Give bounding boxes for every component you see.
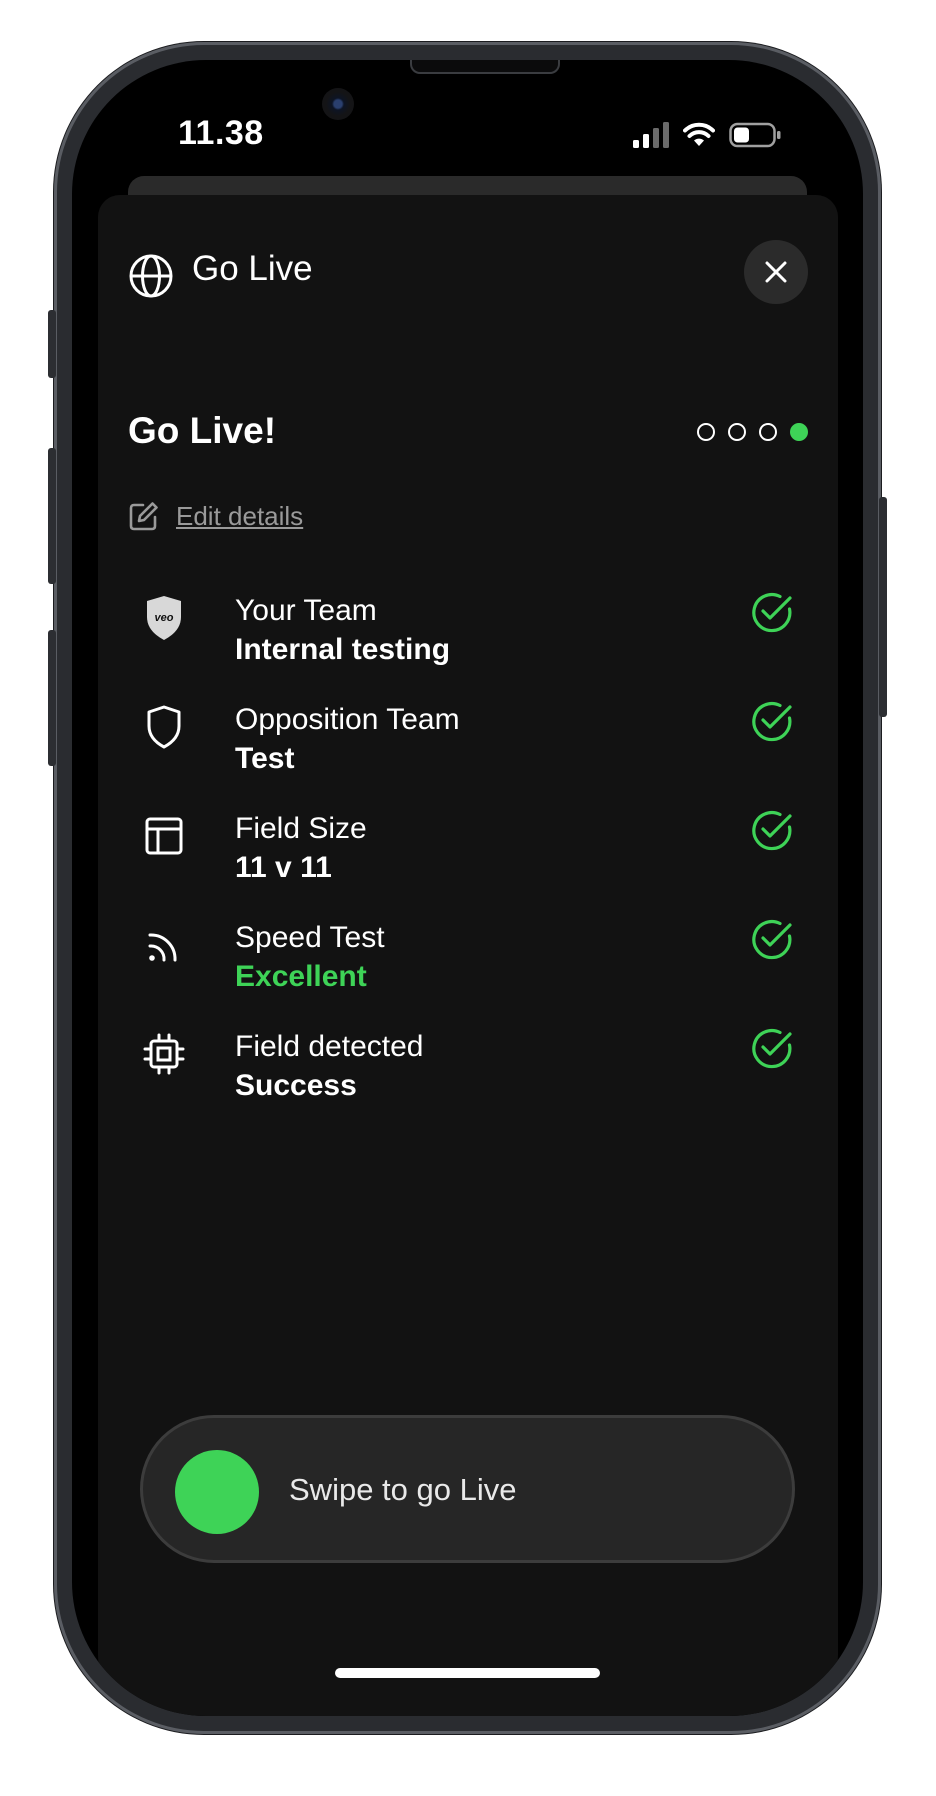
edit-details-button[interactable]: Edit details: [128, 500, 303, 532]
step-progress: [697, 423, 808, 441]
check-circle-icon: [752, 702, 792, 742]
status-icons: [633, 122, 781, 148]
list-item-opposition-team: Opposition Team Test: [98, 699, 838, 808]
check-circle-icon: [752, 920, 792, 960]
edit-details-label: Edit details: [176, 500, 304, 531]
go-live-sheet: Go Live Go Live! Edit details veo Your T…: [98, 195, 838, 1716]
item-value: Internal testing: [235, 633, 451, 666]
list-item-your-team: veo Your Team Internal testing: [98, 590, 838, 699]
screen: 11.38 Go Live Go Live! Edit details veo …: [72, 60, 863, 1716]
action-button: [48, 310, 56, 378]
check-circle-icon: [752, 811, 792, 851]
step-dot-active: [790, 423, 808, 441]
list-item-field-size: Field Size 11 v 11: [98, 808, 838, 917]
cellular-signal-icon: [633, 122, 669, 148]
front-camera: [322, 88, 354, 120]
close-icon: [765, 261, 787, 283]
item-value: 11 v 11: [235, 851, 332, 884]
sheet-title: Go Live: [192, 249, 313, 288]
check-circle-icon: [752, 1029, 792, 1069]
speaker-notch: [410, 60, 560, 74]
battery-icon: [729, 122, 781, 148]
signal-icon: [142, 921, 186, 969]
list-item-speed-test: Speed Test Excellent: [98, 917, 838, 1026]
veo-badge-text: veo: [155, 612, 174, 624]
close-button[interactable]: [744, 240, 808, 304]
home-indicator[interactable]: [335, 1668, 600, 1678]
item-value: Test: [235, 742, 295, 775]
shield-icon: [142, 703, 186, 751]
swipe-to-go-live-slider[interactable]: Swipe to go Live: [140, 1415, 795, 1563]
item-label: Your Team: [235, 594, 377, 627]
globe-icon: [129, 254, 173, 298]
step-dot: [728, 423, 746, 441]
checklist: veo Your Team Internal testing Oppositio…: [98, 590, 838, 1135]
power-button: [879, 497, 887, 717]
swipe-handle[interactable]: [175, 1450, 259, 1534]
volume-up-button: [48, 448, 56, 584]
edit-icon: [129, 502, 158, 531]
item-label: Field Size: [235, 812, 367, 845]
step-title: Go Live!: [128, 410, 277, 451]
item-label: Opposition Team: [235, 703, 460, 736]
step-dot: [697, 423, 715, 441]
item-value: Excellent: [235, 960, 367, 993]
item-label: Speed Test: [235, 921, 385, 954]
wifi-icon: [683, 122, 715, 146]
chip-icon: [142, 1030, 186, 1078]
check-circle-icon: [752, 593, 792, 633]
swipe-label: Swipe to go Live: [289, 1472, 517, 1507]
volume-down-button: [48, 630, 56, 766]
list-item-field-detected: Field detected Success: [98, 1026, 838, 1135]
veo-badge-icon: veo: [142, 594, 186, 642]
step-dot: [759, 423, 777, 441]
item-label: Field detected: [235, 1030, 424, 1063]
field-icon: [142, 812, 186, 860]
item-value: Success: [235, 1069, 357, 1102]
status-time: 11.38: [178, 114, 264, 152]
